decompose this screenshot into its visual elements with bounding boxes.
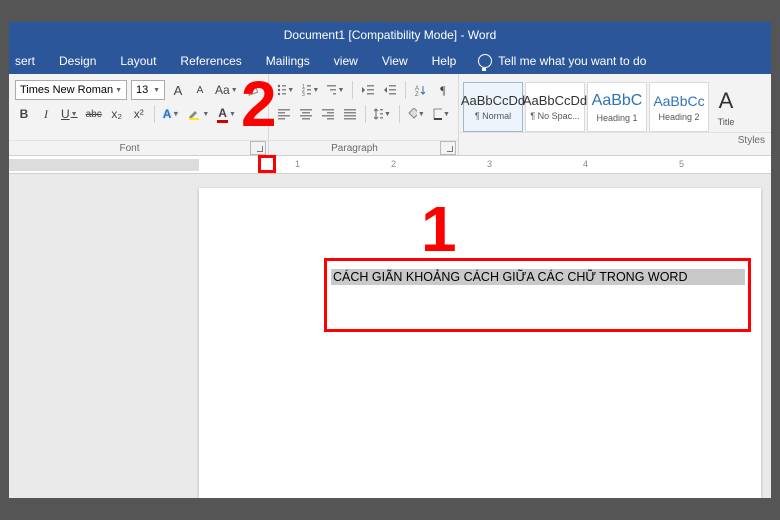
font-name-combo[interactable]: Times New Roman▼ bbox=[15, 80, 127, 100]
chevron-down-icon: ▼ bbox=[418, 111, 425, 118]
align-center-button[interactable] bbox=[297, 104, 315, 124]
svg-text:3: 3 bbox=[302, 92, 305, 96]
annotation-box-1 bbox=[324, 258, 751, 332]
separator bbox=[154, 105, 155, 123]
annotation-box-2 bbox=[258, 155, 276, 173]
bold-button[interactable]: B bbox=[15, 104, 33, 124]
styles-gallery: AaBbCcDd¶ Normal AaBbCcDd¶ No Spac... Aa… bbox=[459, 78, 771, 132]
style-heading1[interactable]: AaBbCHeading 1 bbox=[587, 82, 647, 132]
style-title[interactable]: ATitle bbox=[711, 82, 741, 132]
chevron-down-icon: ▼ bbox=[443, 111, 450, 118]
separator bbox=[352, 81, 353, 99]
paragraph-group: ▼ 123▼ ▼ AZ ¶ ▼ bbox=[269, 74, 459, 155]
italic-button[interactable]: I bbox=[37, 104, 55, 124]
align-left-button[interactable] bbox=[275, 104, 293, 124]
separator bbox=[399, 105, 400, 123]
chevron-down-icon: ▼ bbox=[312, 87, 319, 94]
tab-design[interactable]: Design bbox=[47, 48, 108, 74]
styles-group-label: Styles bbox=[459, 135, 771, 146]
outdent-icon bbox=[362, 84, 374, 96]
increase-indent-button[interactable] bbox=[381, 80, 399, 100]
grow-font-button[interactable]: A bbox=[169, 80, 187, 100]
separator bbox=[365, 105, 366, 123]
shrink-font-button[interactable]: A bbox=[191, 80, 209, 100]
multilevel-icon bbox=[327, 84, 336, 96]
shading-icon bbox=[408, 108, 417, 120]
superscript-button[interactable]: x² bbox=[130, 104, 148, 124]
numbering-button[interactable]: 123▼ bbox=[300, 80, 321, 100]
chevron-down-icon: ▼ bbox=[231, 87, 238, 94]
paragraph-group-label: Paragraph bbox=[269, 143, 440, 154]
chevron-down-icon: ▼ bbox=[153, 87, 160, 94]
style-normal[interactable]: AaBbCcDd¶ Normal bbox=[463, 82, 523, 132]
chevron-down-icon: ▼ bbox=[71, 111, 78, 118]
page[interactable] bbox=[199, 188, 761, 498]
annotation-number-2: 2 bbox=[241, 67, 277, 141]
tell-me-search[interactable]: Tell me what you want to do bbox=[468, 54, 646, 68]
multilevel-list-button[interactable]: ▼ bbox=[325, 80, 346, 100]
show-marks-button[interactable]: ¶ bbox=[434, 80, 452, 100]
align-left-icon bbox=[278, 108, 290, 120]
justify-button[interactable] bbox=[341, 104, 359, 124]
word-window: Document1 [Compatibility Mode] - Word se… bbox=[9, 22, 771, 498]
line-spacing-icon bbox=[374, 108, 383, 120]
justify-icon bbox=[344, 108, 356, 120]
style-heading2[interactable]: AaBbCcHeading 2 bbox=[649, 82, 709, 132]
chevron-down-icon: ▼ bbox=[337, 87, 344, 94]
text-effects-button[interactable]: A▼ bbox=[161, 104, 182, 124]
document-area[interactable] bbox=[9, 174, 771, 498]
chevron-down-icon: ▼ bbox=[229, 111, 236, 118]
paragraph-dialog-launcher[interactable] bbox=[440, 141, 456, 155]
align-right-button[interactable] bbox=[319, 104, 337, 124]
separator bbox=[405, 81, 406, 99]
line-spacing-button[interactable]: ▼ bbox=[372, 104, 393, 124]
ruler-margin bbox=[9, 159, 199, 171]
horizontal-ruler[interactable]: 1 2 3 4 5 bbox=[9, 156, 771, 174]
decrease-indent-button[interactable] bbox=[359, 80, 377, 100]
bullets-button[interactable]: ▼ bbox=[275, 80, 296, 100]
font-group: Times New Roman▼ 13▼ A A Aa▼ B I U▼ abc … bbox=[9, 74, 269, 155]
tell-me-label: Tell me what you want to do bbox=[498, 54, 646, 68]
align-right-icon bbox=[322, 108, 334, 120]
subscript-button[interactable]: x₂ bbox=[108, 104, 126, 124]
numbering-icon: 123 bbox=[302, 84, 311, 96]
highlight-icon bbox=[187, 107, 201, 121]
ribbon: Times New Roman▼ 13▼ A A Aa▼ B I U▼ abc … bbox=[9, 74, 771, 156]
highlight-button[interactable]: ▼ bbox=[185, 104, 211, 124]
tab-layout[interactable]: Layout bbox=[108, 48, 168, 74]
underline-button[interactable]: U▼ bbox=[59, 104, 80, 124]
svg-text:Z: Z bbox=[415, 92, 419, 96]
align-center-icon bbox=[300, 108, 312, 120]
lightbulb-icon bbox=[478, 54, 492, 68]
bullets-icon bbox=[277, 84, 286, 96]
tab-review[interactable]: view bbox=[322, 48, 370, 74]
window-title: Document1 [Compatibility Mode] - Word bbox=[284, 28, 497, 42]
chevron-down-icon: ▼ bbox=[384, 111, 391, 118]
font-size-combo[interactable]: 13▼ bbox=[131, 80, 165, 100]
ribbon-tabs: sert Design Layout References Mailings v… bbox=[9, 48, 771, 74]
font-group-label: Font bbox=[9, 143, 250, 154]
chevron-down-icon: ▼ bbox=[172, 111, 179, 118]
chevron-down-icon: ▼ bbox=[202, 111, 209, 118]
tab-view[interactable]: View bbox=[370, 48, 420, 74]
chevron-down-icon: ▼ bbox=[287, 87, 294, 94]
styles-group: AaBbCcDd¶ Normal AaBbCcDd¶ No Spac... Aa… bbox=[459, 74, 771, 155]
strike-button[interactable]: abc bbox=[84, 104, 104, 124]
indent-icon bbox=[384, 84, 396, 96]
borders-icon bbox=[433, 108, 442, 120]
annotation-number-1: 1 bbox=[421, 192, 457, 266]
font-color-button[interactable]: A▼ bbox=[215, 104, 238, 124]
font-dialog-launcher[interactable] bbox=[250, 141, 266, 155]
sort-button[interactable]: AZ bbox=[412, 80, 430, 100]
tab-insert[interactable]: sert bbox=[9, 48, 47, 74]
sort-icon: AZ bbox=[415, 84, 427, 96]
title-bar: Document1 [Compatibility Mode] - Word bbox=[9, 22, 771, 48]
tab-help[interactable]: Help bbox=[420, 48, 469, 74]
chevron-down-icon: ▼ bbox=[115, 87, 122, 94]
shading-button[interactable]: ▼ bbox=[406, 104, 427, 124]
change-case-button[interactable]: Aa▼ bbox=[213, 80, 240, 100]
borders-button[interactable]: ▼ bbox=[431, 104, 452, 124]
style-no-spacing[interactable]: AaBbCcDd¶ No Spac... bbox=[525, 82, 585, 132]
ruler-marks: 1 2 3 4 5 bbox=[199, 156, 771, 174]
